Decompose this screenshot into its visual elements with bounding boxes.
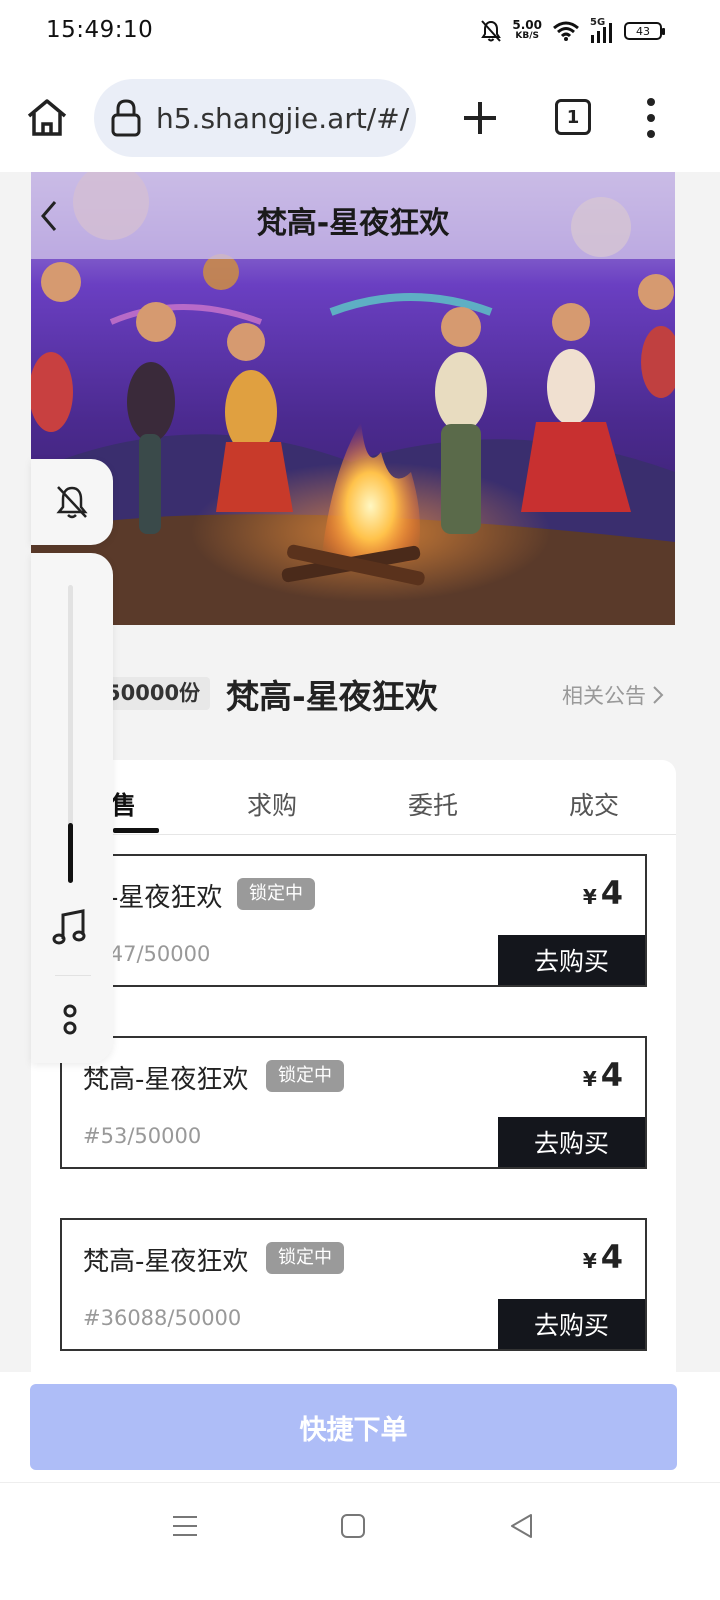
- listing-serial: #36088/50000: [83, 1306, 242, 1330]
- home-square-icon[interactable]: [338, 1511, 368, 1541]
- currency-symbol: ¥: [582, 1067, 597, 1091]
- menu-icon[interactable]: [170, 1511, 200, 1541]
- buy-button[interactable]: 去购买: [498, 935, 645, 985]
- side-divider: [55, 975, 91, 976]
- lock-icon: [111, 99, 141, 137]
- net-speed: 5.00 KB/S: [512, 18, 542, 42]
- tab-deals[interactable]: 成交: [569, 786, 619, 822]
- listing-serial: #53/50000: [83, 1124, 202, 1148]
- battery-icon: 43: [624, 22, 665, 40]
- tab-consign[interactable]: 委托: [408, 786, 458, 822]
- tab-indicator: [113, 828, 159, 833]
- status-icons: 5.00 KB/S 5G 43: [480, 16, 665, 46]
- tab-wanted[interactable]: 求购: [247, 786, 297, 822]
- tab-sale[interactable]: 售: [111, 786, 136, 822]
- listing-name: 梵高-星夜狂欢: [83, 1065, 249, 1095]
- url-text: h5.shangjie.art/#/: [156, 101, 410, 135]
- status-time: 15:49:10: [46, 17, 154, 43]
- market-card: 售 求购 委托 成交 高-星夜狂欢 锁定中 ¥4 3647/50000 去购买 …: [31, 760, 676, 1384]
- listing-item[interactable]: 梵高-星夜狂欢 锁定中 ¥4 #53/50000 去购买: [60, 1036, 647, 1169]
- listing-price: ¥4: [583, 1238, 623, 1276]
- volume-fill: [68, 823, 73, 883]
- volume-panel: [31, 553, 113, 1063]
- browser-toolbar: h5.shangjie.art/#/ 1: [0, 62, 720, 172]
- address-bar[interactable]: h5.shangjie.art/#/: [94, 79, 416, 157]
- net-speed-unit: KB/S: [515, 31, 539, 41]
- page-title: 梵高-星夜狂欢: [256, 206, 450, 241]
- home-icon[interactable]: [25, 96, 69, 140]
- notice-link-label: 相关公告: [562, 684, 646, 708]
- listing-price: ¥4: [583, 1056, 623, 1094]
- mute-toggle[interactable]: [31, 459, 113, 545]
- nft-name: 梵高-星夜狂欢: [226, 677, 438, 716]
- listing-item[interactable]: 梵高-星夜狂欢 锁定中 ¥4 #36088/50000 去购买: [60, 1218, 647, 1351]
- tab-count: 1: [566, 106, 580, 128]
- more-vertical-icon[interactable]: [640, 96, 662, 140]
- bell-muted-icon: [481, 20, 502, 42]
- price-value: 4: [600, 1056, 623, 1094]
- hero-artwork: 梵高-星夜狂欢: [31, 172, 675, 625]
- currency-symbol: ¥: [582, 1249, 597, 1273]
- signal-label: 5G: [590, 17, 606, 28]
- notice-link[interactable]: 相关公告: [562, 680, 664, 710]
- quick-order-button[interactable]: 快捷下单: [30, 1384, 677, 1470]
- page-header: 梵高-星夜狂欢: [31, 172, 675, 259]
- chevron-right-icon: [653, 686, 664, 704]
- cellular-signal: 5G: [590, 17, 614, 43]
- price-value: 4: [600, 874, 623, 912]
- status-badge: 锁定中: [266, 1242, 344, 1274]
- status-bar: 15:49:10 5.00 KB/S 5G 43: [0, 0, 720, 62]
- quick-order-bar: 快捷下单: [0, 1372, 720, 1482]
- market-tabs: 售 求购 委托 成交: [31, 760, 676, 835]
- currency-symbol: ¥: [582, 885, 597, 909]
- wifi-icon: [553, 21, 579, 41]
- status-badge: 锁定中: [237, 878, 315, 910]
- status-badge: 锁定中: [266, 1060, 344, 1092]
- buy-button[interactable]: 去购买: [498, 1117, 645, 1167]
- net-speed-value: 5.00: [512, 18, 542, 32]
- volume-slider[interactable]: [68, 585, 73, 883]
- more-dots-icon[interactable]: [61, 1003, 79, 1037]
- buy-button[interactable]: 去购买: [498, 1299, 645, 1349]
- back-triangle-icon[interactable]: [506, 1511, 536, 1541]
- price-value: 4: [600, 1238, 623, 1276]
- listing-item[interactable]: 高-星夜狂欢 锁定中 ¥4 3647/50000 去购买: [60, 854, 647, 987]
- plus-icon[interactable]: [460, 98, 500, 138]
- listing-name: 梵高-星夜狂欢: [83, 1247, 249, 1277]
- tabs-icon[interactable]: 1: [555, 99, 591, 135]
- bell-muted-icon: [56, 486, 88, 519]
- system-navbar: [0, 1482, 720, 1600]
- listing-price: ¥4: [583, 874, 623, 912]
- battery-level: 43: [636, 24, 650, 38]
- music-note-icon[interactable]: [51, 909, 89, 947]
